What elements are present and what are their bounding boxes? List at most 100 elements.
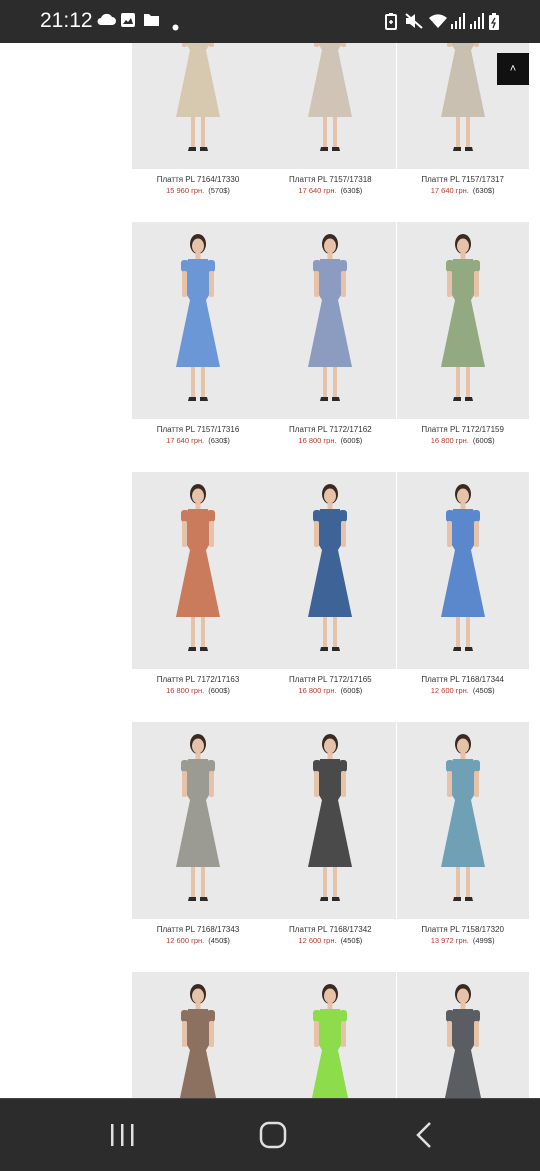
- cloud-icon: [96, 12, 116, 31]
- product-name[interactable]: Плаття PL 7168/17344: [397, 675, 529, 684]
- signal-icon: [469, 12, 485, 35]
- price-uah: 17 640 грн.: [430, 186, 469, 195]
- price-usd: (630$): [472, 186, 495, 195]
- status-bar: 21:12: [0, 0, 540, 43]
- image-icon: [120, 12, 136, 33]
- price-usd: (499$): [472, 936, 495, 945]
- product-photo[interactable]: [396, 222, 529, 419]
- product-name[interactable]: Плаття PL 7172/17159: [397, 425, 529, 434]
- product-row: Плаття PL 7172/17163 16 800 грн. (600$) Пла…: [132, 472, 529, 722]
- product-name[interactable]: Плаття PL 7158/17320: [397, 925, 529, 934]
- price-uah: 12 600 грн.: [166, 936, 205, 945]
- product-photo[interactable]: [396, 972, 529, 1098]
- price-usd: (600$): [340, 686, 363, 695]
- scroll-to-top-button[interactable]: ˄: [497, 53, 529, 85]
- price-uah: 12 600 грн.: [298, 936, 337, 945]
- product-price: 12 600 грн. (450$): [397, 686, 529, 695]
- product-photo[interactable]: [132, 472, 264, 669]
- price-uah: 16 800 грн.: [298, 436, 337, 445]
- price-uah: 16 800 грн.: [430, 436, 469, 445]
- price-usd: (600$): [208, 686, 230, 695]
- product-row: Плаття PL 7164/17330 15 960 грн. (570$) Пла…: [132, 43, 529, 222]
- product-price: 15 960 грн. (570$): [132, 186, 264, 195]
- price-uah: 12 600 грн.: [430, 686, 469, 695]
- wifi-icon: [427, 12, 449, 35]
- product-card[interactable]: Плаття PL 7168/17343 12 600 грн. (450$): [132, 722, 264, 972]
- web-content[interactable]: Плаття PL 7164/17330 15 960 грн. (570$) Пла…: [0, 43, 540, 1098]
- product-name[interactable]: Плаття PL 7157/17317: [397, 175, 529, 184]
- product-photo[interactable]: [264, 222, 397, 419]
- product-row: Плаття PL 7168/17343 12 600 грн. (450$) Пла…: [132, 722, 529, 972]
- battery-icon: [488, 12, 500, 36]
- product-photo[interactable]: [264, 972, 397, 1098]
- status-time: 21:12: [40, 9, 93, 32]
- product-card[interactable]: Плаття PL 7172/17163 16 800 грн. (600$): [132, 472, 264, 722]
- product-price: 16 800 грн. (600$): [132, 686, 264, 695]
- battery-saver-icon: [384, 12, 398, 35]
- product-name[interactable]: Плаття PL 7172/17165: [264, 675, 396, 684]
- price-uah: 17 640 грн.: [298, 186, 337, 195]
- chevron-up-icon: ˄: [509, 63, 517, 75]
- product-card[interactable]: Плаття PL 7172/17159 16 800 грн. (600$): [396, 222, 529, 472]
- product-name[interactable]: Плаття PL 7172/17163: [132, 675, 264, 684]
- product-grid: Плаття PL 7164/17330 15 960 грн. (570$) Пла…: [132, 43, 529, 1098]
- signal-icon: [450, 12, 466, 35]
- product-row: Плаття PL 7157/17316 17 640 грн. (630$) Пла…: [132, 222, 529, 472]
- product-price: 17 640 грн. (630$): [132, 436, 264, 445]
- product-photo[interactable]: [132, 222, 264, 419]
- product-card[interactable]: Плаття PL 7158/1731913 972 грн.(499$): [132, 972, 264, 1098]
- dot-icon: [172, 18, 179, 36]
- product-card[interactable]: Плаття PL 7172/17162 16 800 грн. (600$): [264, 222, 397, 472]
- product-photo[interactable]: [264, 722, 397, 919]
- product-name[interactable]: Плаття PL 7157/17318: [264, 175, 396, 184]
- product-card[interactable]: Плаття PL 7168/17342 12 600 грн. (450$): [264, 722, 397, 972]
- price-usd: (570$): [208, 186, 230, 195]
- product-name[interactable]: Плаття PL 7164/17330: [132, 175, 264, 184]
- product-price: 16 800 грн. (600$): [264, 686, 396, 695]
- price-usd: (600$): [340, 436, 363, 445]
- product-name[interactable]: Плаття PL 7168/17343: [132, 925, 264, 934]
- folder-icon: [143, 12, 160, 32]
- product-name[interactable]: Плаття PL 7172/17162: [264, 425, 396, 434]
- price-usd: (630$): [340, 186, 363, 195]
- product-card[interactable]: Плаття PL 7172/17165 16 800 грн. (600$): [264, 472, 397, 722]
- mute-icon: [404, 12, 424, 35]
- price-usd: (450$): [208, 936, 230, 945]
- price-uah: 16 800 грн.: [298, 686, 337, 695]
- product-photo[interactable]: [132, 722, 264, 919]
- product-card[interactable]: Плаття PL 7158/17320 13 972 грн. (499$): [396, 722, 529, 972]
- product-price: 12 600 грн. (450$): [264, 936, 396, 945]
- product-card[interactable]: Плаття PL 7154/1732512 376 грн.(442$): [396, 972, 529, 1098]
- product-card[interactable]: Плаття PL 7164/17330 15 960 грн. (570$): [132, 43, 264, 222]
- product-price: 16 800 грн. (600$): [264, 436, 396, 445]
- product-card[interactable]: Плаття PL 7157/17316 17 640 грн. (630$): [132, 222, 264, 472]
- price-usd: (600$): [472, 436, 495, 445]
- product-card[interactable]: Плаття PL 7157/17318 17 640 грн. (630$): [264, 43, 397, 222]
- product-card[interactable]: Плаття PL 7168/17344 12 600 грн. (450$): [396, 472, 529, 722]
- product-price: 12 600 грн. (450$): [132, 936, 264, 945]
- product-photo[interactable]: [396, 472, 529, 669]
- price-uah: 13 972 грн.: [430, 936, 469, 945]
- product-price: 17 640 грн. (630$): [264, 186, 396, 195]
- product-price: 13 972 грн. (499$): [397, 936, 529, 945]
- product-price: 16 800 грн. (600$): [397, 436, 529, 445]
- product-photo[interactable]: [264, 43, 397, 169]
- recent-apps-icon[interactable]: [102, 1119, 142, 1151]
- price-usd: (630$): [208, 436, 230, 445]
- product-card[interactable]: Плаття PL 7154/1732412 376 грн.(442$): [264, 972, 397, 1098]
- product-photo[interactable]: [132, 972, 264, 1098]
- product-photo[interactable]: [132, 43, 264, 169]
- product-row: Плаття PL 7158/1731913 972 грн.(499$)Пла…: [132, 972, 529, 1098]
- product-name[interactable]: Плаття PL 7168/17342: [264, 925, 396, 934]
- product-photo[interactable]: [264, 472, 397, 669]
- price-uah: 17 640 грн.: [166, 436, 205, 445]
- product-name[interactable]: Плаття PL 7157/17316: [132, 425, 264, 434]
- price-usd: (450$): [472, 686, 495, 695]
- product-price: 17 640 грн. (630$): [397, 186, 529, 195]
- product-photo[interactable]: [396, 722, 529, 919]
- back-icon[interactable]: [404, 1119, 444, 1151]
- price-usd: (450$): [340, 936, 363, 945]
- price-uah: 15 960 грн.: [166, 186, 205, 195]
- price-uah: 16 800 грн.: [166, 686, 205, 695]
- home-icon[interactable]: [252, 1119, 292, 1151]
